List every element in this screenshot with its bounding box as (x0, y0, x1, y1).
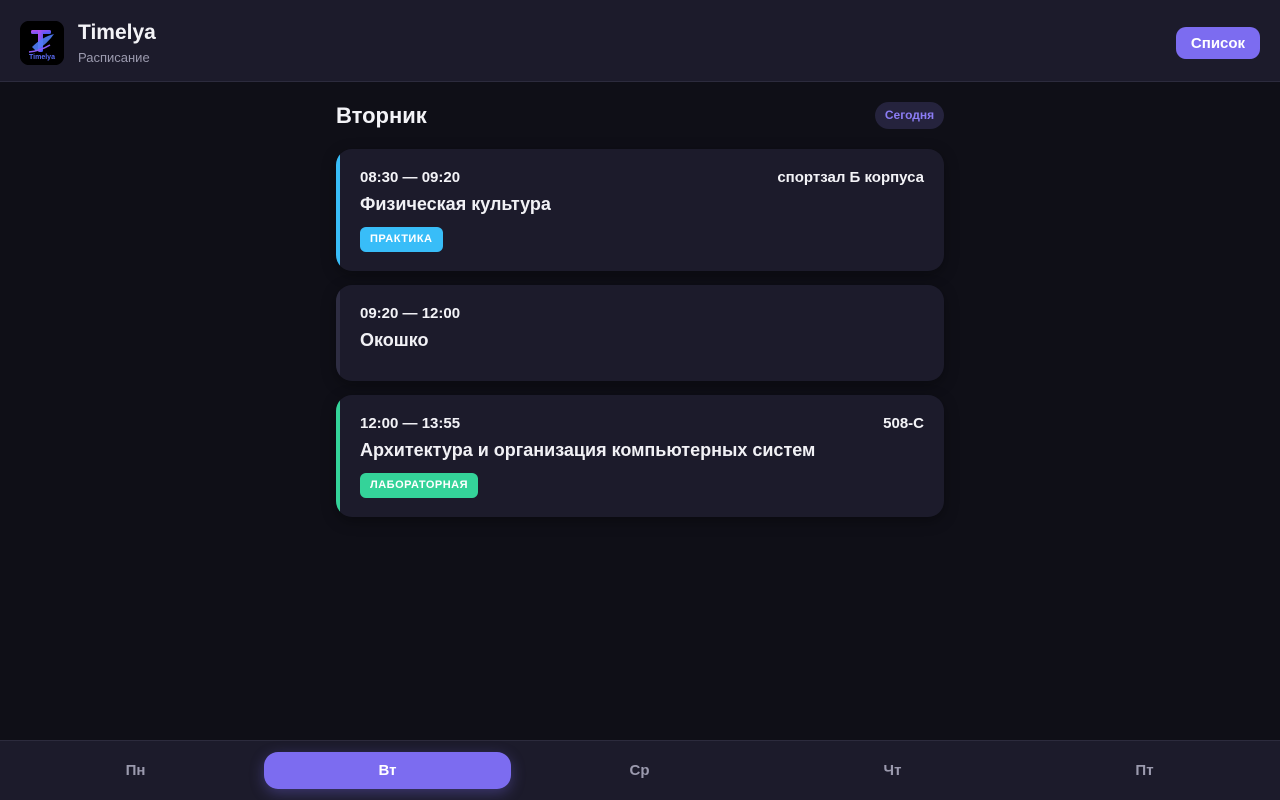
lesson-time: 12:00 — 13:55 (360, 415, 461, 432)
app-title: Timelya (78, 21, 156, 44)
lesson-accent-bar (336, 149, 340, 271)
app-subtitle: Расписание (78, 50, 150, 65)
lesson-accent-bar (336, 395, 340, 517)
today-badge: Сегодня (875, 102, 944, 129)
svg-text:Timelya: Timelya (29, 54, 55, 61)
lesson-time: 09:20 — 12:00 (360, 305, 461, 322)
lesson-subject: Физическая культура (360, 194, 551, 214)
lesson-card[interactable]: 08:30 — 09:20 спортзал Б корпуса Физичес… (336, 149, 944, 271)
nav-tab-friday[interactable]: Пт (1021, 752, 1268, 789)
nav-tab-thursday[interactable]: Чт (769, 752, 1016, 789)
timelya-logo-icon: Timelya (20, 21, 64, 65)
lesson-card-gap[interactable]: 09:20 — 12:00 Окошко (336, 285, 944, 381)
lesson-accent-bar (336, 285, 340, 381)
list-view-button[interactable]: Список (1176, 27, 1260, 59)
lesson-subject: Архитектура и организация компьютерных с… (360, 440, 816, 460)
day-title: Вторник (336, 103, 427, 128)
nav-tab-wednesday[interactable]: Ср (516, 752, 763, 789)
lesson-card[interactable]: 12:00 — 13:55 508-С Архитектура и органи… (336, 395, 944, 517)
weekday-nav: Пн Вт Ср Чт Пт (0, 740, 1280, 800)
nav-tab-monday[interactable]: Пн (12, 752, 259, 789)
lesson-time: 08:30 — 09:20 (360, 169, 461, 186)
lesson-subject: Окошко (360, 330, 429, 350)
lesson-type-tag: ПРАКТИКА (360, 227, 443, 252)
lesson-type-tag: ЛАБОРАТОРНАЯ (360, 473, 479, 498)
lesson-room: 508-С (883, 415, 924, 432)
nav-tab-tuesday[interactable]: Вт (264, 752, 511, 789)
app-header: Timelya Timelya Расписание Список (0, 0, 1280, 82)
lesson-room: спортзал Б корпуса (777, 169, 924, 186)
